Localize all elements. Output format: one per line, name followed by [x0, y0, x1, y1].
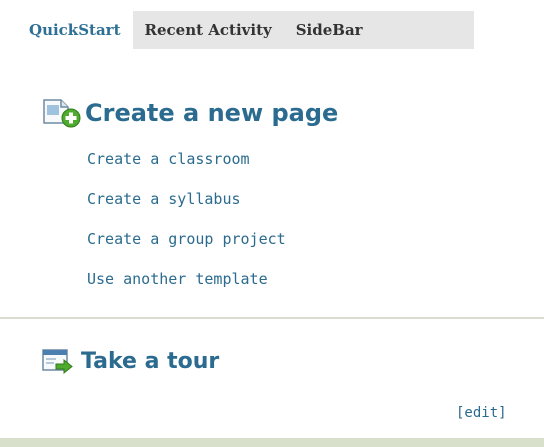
tab-bar: QuickStart Recent Activity SideBar: [17, 11, 474, 49]
take-a-tour-title: Take a tour: [81, 348, 220, 374]
list-item: Create a group project: [87, 226, 286, 266]
use-another-template-link[interactable]: Use another template: [87, 270, 268, 288]
create-classroom-link[interactable]: Create a classroom: [87, 150, 250, 168]
edit-link[interactable]: [edit]: [456, 405, 507, 421]
template-link-list: Create a classroom Create a syllabus Cre…: [87, 146, 286, 306]
tour-page-icon: [41, 347, 75, 375]
tab-recent-activity[interactable]: Recent Activity: [133, 11, 284, 49]
new-page-icon: [41, 97, 81, 129]
tab-sidebar[interactable]: SideBar: [284, 11, 375, 49]
take-a-tour-heading[interactable]: Take a tour: [41, 347, 219, 375]
list-item: Use another template: [87, 266, 286, 306]
list-item: Create a syllabus: [87, 186, 286, 226]
create-group-project-link[interactable]: Create a group project: [87, 230, 286, 248]
tab-quickstart[interactable]: QuickStart: [17, 11, 133, 49]
create-new-page-heading[interactable]: Create a new page: [41, 97, 338, 129]
section-divider: [0, 317, 544, 319]
create-new-page-title: Create a new page: [85, 99, 339, 127]
list-item: Create a classroom: [87, 146, 286, 186]
footer-bar: [0, 438, 544, 447]
create-syllabus-link[interactable]: Create a syllabus: [87, 190, 241, 208]
